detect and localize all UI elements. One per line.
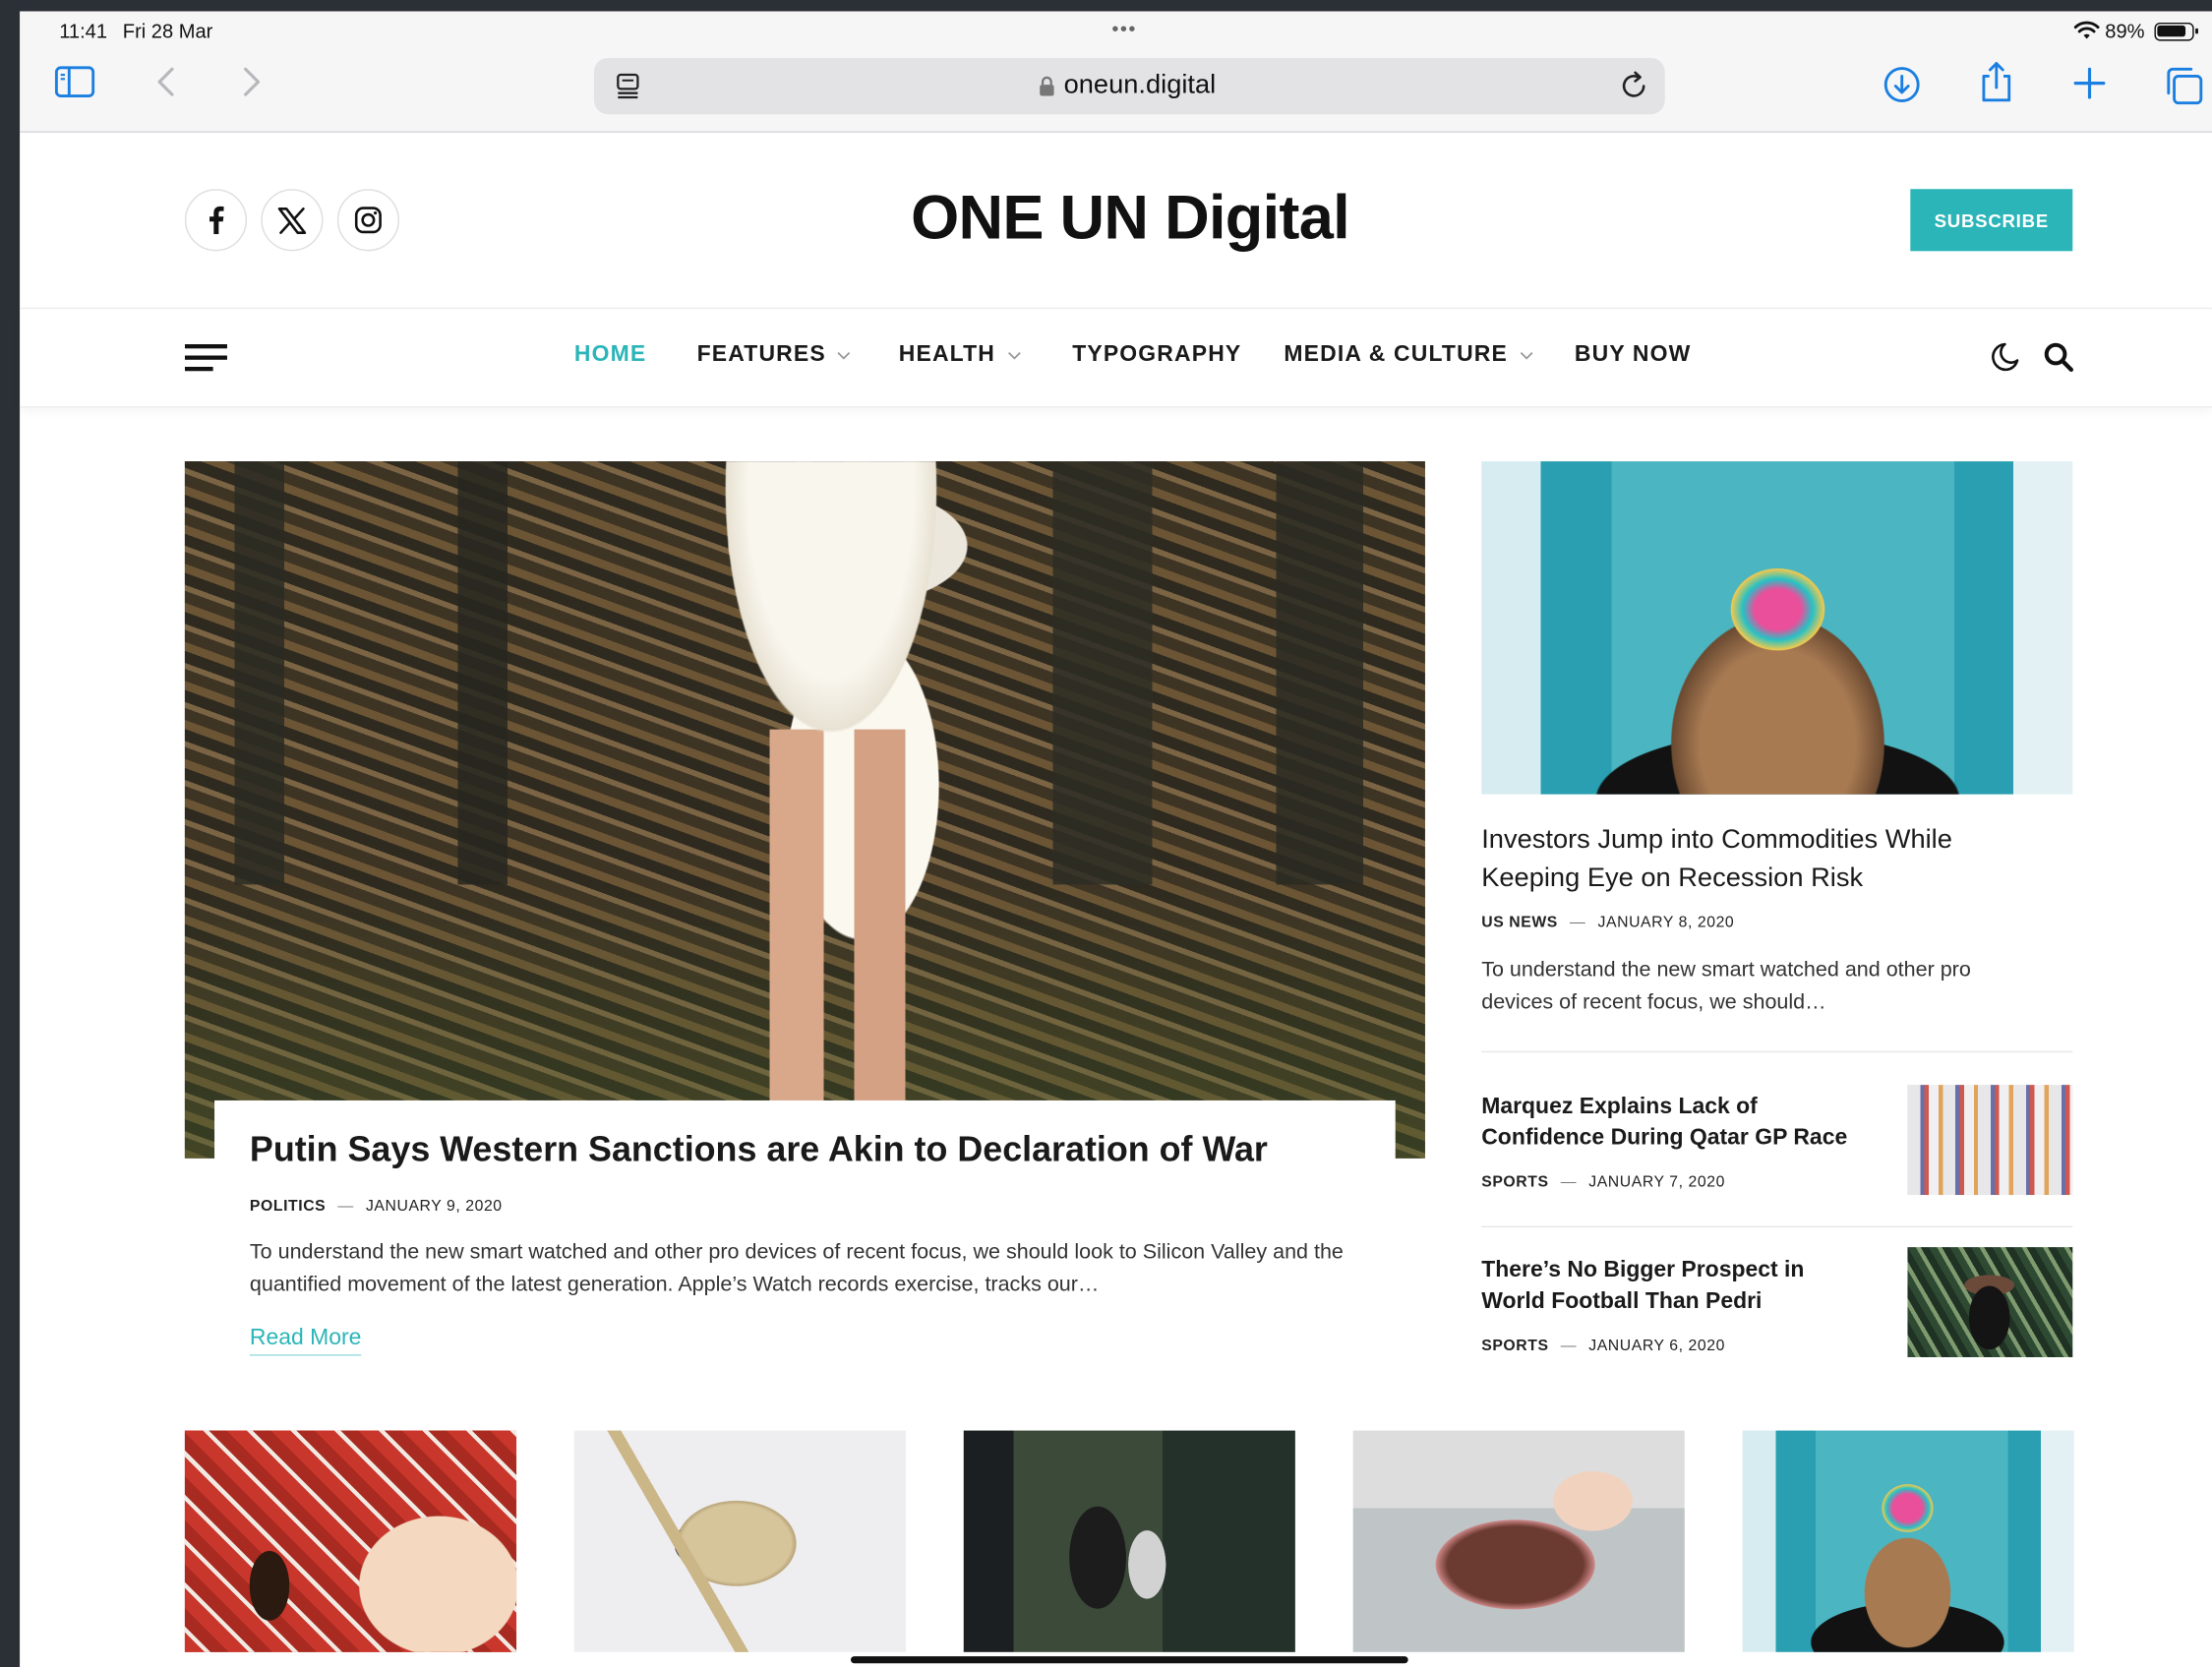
- nav-home[interactable]: HOME: [574, 343, 646, 369]
- browser-chrome: 11:41 Fri 28 Mar ••• 89% oneun.digital: [20, 11, 2212, 133]
- grid-post-image[interactable]: [1742, 1430, 2074, 1652]
- hamburger-icon[interactable]: [184, 344, 230, 373]
- grid-post-image[interactable]: [184, 1430, 517, 1652]
- sidebar-icon[interactable]: [54, 65, 96, 101]
- reload-icon[interactable]: [1618, 71, 1649, 102]
- multitasking-dots[interactable]: •••: [1111, 17, 1136, 39]
- meta-separator: —: [1560, 1173, 1578, 1191]
- grid-post-image[interactable]: [1352, 1430, 1685, 1652]
- hero-category[interactable]: POLITICS: [250, 1198, 326, 1215]
- nav-buy-now[interactable]: BUY NOW: [1575, 343, 1692, 369]
- site-logo[interactable]: ONE UN Digital: [20, 183, 2212, 254]
- battery-icon: [2154, 22, 2198, 41]
- grid-post-image[interactable]: [573, 1430, 906, 1652]
- device-bezel-top: [0, 0, 2212, 12]
- side-post-date: JANUARY 6, 2020: [1588, 1337, 1725, 1355]
- grid-post-image[interactable]: [963, 1430, 1295, 1652]
- side-feature-meta: US NEWS — JANUARY 8, 2020: [1481, 915, 1734, 931]
- forward-icon[interactable]: [240, 65, 263, 101]
- hero-image-dress: [725, 461, 937, 733]
- site-header: ONE UN Digital SUBSCRIBE: [20, 133, 2212, 310]
- nav-health-label: HEALTH: [898, 342, 996, 367]
- downloads-icon[interactable]: [1883, 65, 1922, 104]
- ipad-screen: 11:41 Fri 28 Mar ••• 89% oneun.digital O…: [0, 0, 2212, 1667]
- side-feature-image[interactable]: [1481, 461, 2073, 795]
- side-post-meta: SPORTS — JANUARY 6, 2020: [1481, 1338, 1725, 1354]
- hero-image-legs: [755, 729, 927, 1153]
- side-post-thumbnail[interactable]: [1907, 1085, 2073, 1196]
- moon-icon[interactable]: [1990, 341, 2021, 373]
- tabs-icon[interactable]: [2163, 65, 2205, 107]
- url-text: oneun.digital: [1063, 70, 1217, 100]
- read-more-link[interactable]: Read More: [249, 1326, 362, 1356]
- side-post-category[interactable]: SPORTS: [1481, 1174, 1548, 1191]
- main-navigation: HOME FEATURES HEALTH TYPOGRAPHY MEDIA & …: [20, 309, 2212, 408]
- side-feature-date: JANUARY 8, 2020: [1597, 914, 1735, 931]
- battery-percentage: 89%: [2105, 20, 2145, 43]
- chevron-down-icon: [838, 351, 851, 360]
- divider: [1481, 1050, 2073, 1053]
- lock-icon: [1040, 76, 1054, 96]
- address-bar[interactable]: oneun.digital: [593, 57, 1665, 115]
- chevron-down-icon: [1520, 351, 1533, 360]
- side-post-title[interactable]: Marquez Explains Lack of Confidence Duri…: [1481, 1092, 1862, 1154]
- status-time: 11:41: [59, 20, 108, 43]
- side-post-category[interactable]: SPORTS: [1481, 1338, 1548, 1354]
- home-indicator[interactable]: [851, 1656, 1408, 1664]
- side-post-date: JANUARY 7, 2020: [1588, 1173, 1725, 1191]
- nav-features[interactable]: FEATURES: [697, 343, 852, 369]
- hero-excerpt: To understand the new smart watched and …: [249, 1239, 1344, 1297]
- nav-home-label: HOME: [573, 342, 647, 367]
- side-post-thumbnail[interactable]: [1907, 1247, 2073, 1357]
- meta-separator: —: [1560, 1337, 1578, 1355]
- reader-icon[interactable]: [614, 72, 642, 100]
- search-icon[interactable]: [2043, 341, 2074, 373]
- subscribe-button[interactable]: SUBSCRIBE: [1910, 189, 2073, 252]
- device-bezel-left: [0, 0, 21, 1667]
- side-post-title[interactable]: There’s No Bigger Prospect in World Foot…: [1481, 1256, 1862, 1318]
- share-icon[interactable]: [1978, 59, 2014, 104]
- status-date: Fri 28 Mar: [122, 20, 213, 43]
- nav-health[interactable]: HEALTH: [899, 343, 1021, 369]
- side-post-meta: SPORTS — JANUARY 7, 2020: [1481, 1174, 1725, 1191]
- wifi-icon: [2073, 21, 2100, 39]
- side-feature-category[interactable]: US NEWS: [1481, 915, 1558, 931]
- hero-title[interactable]: Putin Says Western Sanctions are Akin to…: [250, 1130, 1379, 1171]
- nav-features-label: FEATURES: [696, 342, 826, 367]
- chevron-down-icon: [1007, 351, 1021, 360]
- new-tab-icon[interactable]: [2071, 65, 2108, 101]
- nav-typography[interactable]: TYPOGRAPHY: [1072, 343, 1241, 369]
- web-page: ONE UN Digital SUBSCRIBE HOME FEATURES H…: [20, 132, 2212, 1667]
- side-feature-title[interactable]: Investors Jump into Commodities While Ke…: [1481, 821, 2046, 897]
- hero-meta: POLITICS — JANUARY 9, 2020: [250, 1198, 503, 1215]
- nav-buy-now-label: BUY NOW: [1574, 342, 1692, 367]
- hero-date: JANUARY 9, 2020: [365, 1197, 503, 1216]
- hero-image[interactable]: [184, 461, 1425, 1159]
- nav-media-culture-label: MEDIA & CULTURE: [1284, 342, 1508, 367]
- nav-media-culture[interactable]: MEDIA & CULTURE: [1284, 342, 1533, 369]
- meta-separator: —: [337, 1197, 354, 1216]
- divider: [1481, 1225, 2073, 1228]
- nav-typography-label: TYPOGRAPHY: [1072, 342, 1242, 367]
- back-icon[interactable]: [155, 65, 178, 101]
- meta-separator: —: [1570, 914, 1586, 931]
- side-feature-excerpt: To understand the new smart watched and …: [1481, 958, 1971, 1015]
